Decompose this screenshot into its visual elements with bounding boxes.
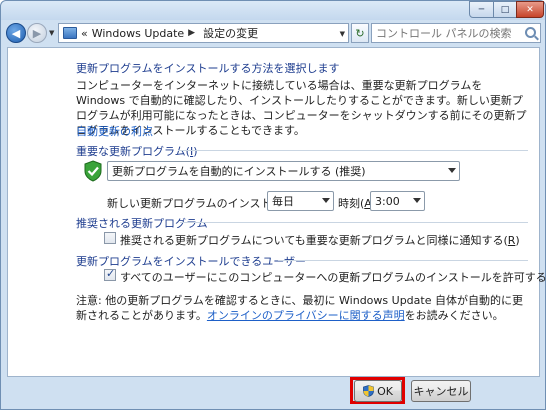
search-input[interactable] (372, 24, 520, 42)
back-button[interactable]: ◀ (6, 23, 26, 43)
install-time-select[interactable]: 3:00 (370, 191, 425, 211)
recommended-updates-heading: 推奨される更新プログラム (76, 217, 208, 230)
breadcrumb-overflow[interactable]: « (81, 27, 88, 40)
refresh-icon: ↻ (355, 26, 365, 40)
about-auto-update-link[interactable]: 自動更新の利点 (76, 123, 153, 139)
address-bar[interactable]: « Windows Update ▶ 設定の変更 ▼ (58, 23, 349, 43)
close-button[interactable]: ✕ (516, 1, 544, 18)
forward-button[interactable]: ▶ (27, 23, 47, 43)
chevron-down-icon[interactable]: ▼ (340, 30, 345, 38)
search-icon[interactable] (525, 27, 536, 38)
install-time-value: 3:00 (375, 194, 400, 208)
divider (180, 222, 528, 223)
install-day-value: 毎日 (272, 195, 294, 208)
ok-button[interactable]: OK (354, 380, 402, 402)
title-bar[interactable]: ─ □ ✕ (1, 1, 545, 20)
chevron-down-icon (413, 198, 421, 203)
page-title: 更新プログラムをインストールする方法を選択します (76, 62, 340, 75)
allow-all-users-checkbox[interactable] (104, 267, 116, 281)
notice-suffix: をお読みください。 (404, 309, 504, 322)
window: ─ □ ✕ ◀ ▶ ▼ « Windows Update ▶ 設定の変更 ▼ ↻… (0, 0, 546, 410)
arrow-left-icon: ◀ (11, 26, 21, 40)
divider (178, 150, 528, 151)
cancel-label: キャンセル (413, 385, 469, 398)
chevron-down-icon (322, 198, 330, 203)
breadcrumb-change-settings[interactable]: 設定の変更 (203, 25, 258, 41)
control-panel-icon (63, 27, 77, 39)
minimize-button[interactable]: ─ (469, 1, 494, 18)
shield-check-icon (84, 160, 102, 182)
dialog-footer: OK キャンセル (7, 377, 540, 407)
allow-all-users-checkbox-label[interactable]: すべてのユーザーにこのコンピューターへの更新プログラムのインストールを許可する(… (120, 269, 546, 285)
navigation-bar: ◀ ▶ ▼ « Windows Update ▶ 設定の変更 ▼ ↻ (1, 20, 545, 45)
recommended-updates-checkbox-label[interactable]: 推奨される更新プログラムについても重要な更新プログラムと同様に通知する(R) (120, 232, 520, 248)
privacy-statement-link[interactable]: オンラインのプライバシーに関する声明 (207, 309, 405, 322)
refresh-button[interactable]: ↻ (351, 23, 369, 43)
cancel-button[interactable]: キャンセル (411, 380, 471, 402)
install-method-select[interactable]: 更新プログラムを自動的にインストールする (推奨) (107, 161, 460, 181)
search-box[interactable] (371, 23, 541, 43)
chevron-right-icon[interactable]: ▶ (188, 28, 195, 38)
settings-panel: 更新プログラムをインストールする方法を選択します コンピューターをインターネット… (7, 47, 546, 377)
divider (278, 260, 528, 261)
ok-label: OK (377, 384, 393, 398)
recent-pages-dropdown[interactable]: ▼ (49, 29, 54, 37)
install-method-value: 更新プログラムを自動的にインストールする (推奨) (112, 165, 366, 178)
arrow-right-icon: ▶ (32, 26, 42, 40)
install-day-select[interactable]: 毎日 (267, 191, 334, 211)
notice-text: 注意: 他の更新プログラムを確認するときに、最初に Windows Update… (76, 293, 528, 323)
recommended-updates-checkbox[interactable] (104, 232, 116, 244)
important-updates-heading: 重要な更新プログラム(I) (76, 145, 198, 158)
uac-shield-icon (363, 385, 374, 397)
maximize-button[interactable]: □ (493, 1, 517, 18)
breadcrumb-windows-update[interactable]: Windows Update (92, 27, 184, 40)
chevron-down-icon (448, 168, 456, 173)
